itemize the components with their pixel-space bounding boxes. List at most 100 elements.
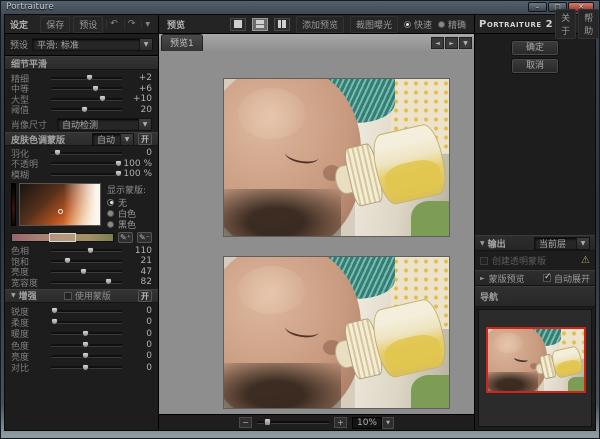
mask-mode-dropdown[interactable]: 自动 ▼ — [92, 133, 134, 146]
zoom-slider-handle[interactable] — [264, 418, 271, 426]
radio-icon[interactable] — [107, 210, 114, 217]
preset-dropdown[interactable]: 平滑: 标准 ▼ — [32, 38, 153, 51]
color-picker-dot[interactable] — [58, 209, 63, 214]
preview-toolbar: 预览 添加预览 裁图曝光 快速 精确 — [159, 15, 474, 34]
enhance-on-toggle[interactable]: 开 — [138, 290, 152, 302]
luminance-strip[interactable] — [11, 183, 16, 226]
save-button[interactable]: 保存 — [40, 16, 70, 33]
slider-track[interactable] — [51, 162, 122, 165]
slider-handle[interactable] — [81, 106, 88, 113]
slider-track[interactable] — [51, 310, 122, 313]
undo-icon[interactable]: ↶ — [106, 19, 121, 29]
mask-on-toggle[interactable]: 开 — [138, 133, 152, 145]
slider-track[interactable] — [51, 281, 122, 284]
output-section-header[interactable]: ▼ 输出 当前层 ▼ — [475, 235, 595, 251]
slider-handle[interactable] — [82, 341, 89, 348]
preview-canvas[interactable] — [159, 51, 474, 414]
slider-handle[interactable] — [54, 149, 61, 156]
slider-handle[interactable] — [82, 330, 89, 337]
radio-icon[interactable] — [404, 21, 411, 28]
slider-track[interactable] — [51, 260, 122, 263]
ok-button[interactable]: 确定 — [512, 41, 558, 55]
output-target-value: 当前层 — [535, 237, 576, 250]
single-view-button[interactable] — [230, 18, 246, 31]
minimize-button[interactable]: – — [528, 2, 547, 12]
portrait-size-dropdown[interactable]: 自动检测 ▼ — [57, 118, 152, 131]
skin-mask-section-header[interactable]: 皮肤色调蒙版 自动 ▼ 开 — [5, 132, 158, 146]
crop-exposure-button[interactable]: 裁图曝光 — [350, 16, 398, 33]
slider-handle[interactable] — [99, 95, 106, 102]
zoom-in-button[interactable]: + — [334, 417, 347, 428]
zoom-out-button[interactable]: − — [239, 417, 252, 428]
slider-value: 100 % — [122, 169, 152, 179]
slider-track[interactable] — [51, 355, 122, 358]
preset-menu-icon[interactable]: ▼ — [141, 21, 153, 28]
slider-track[interactable] — [51, 366, 122, 369]
slider-value: 0 — [122, 351, 152, 361]
slider-track[interactable] — [51, 77, 122, 80]
smoothing-title: 细节平滑 — [11, 57, 47, 70]
preview-image-before[interactable] — [223, 78, 450, 237]
navigator-thumbnail[interactable] — [486, 327, 586, 393]
horizontal-split-button[interactable] — [252, 18, 268, 31]
zoom-dropdown-icon[interactable]: ▼ — [382, 417, 394, 429]
slider-track[interactable] — [51, 321, 122, 324]
hue-range-strip[interactable] — [11, 233, 114, 242]
transparency-mask-row: 创建透明蒙版 ⚠ — [475, 251, 595, 270]
slider-handle[interactable] — [92, 85, 99, 92]
enhance-section-header[interactable]: ▼ 增强 使用蒙版 开 — [5, 289, 158, 303]
slider-track[interactable] — [51, 152, 122, 155]
slider-handle[interactable] — [82, 364, 89, 371]
slider-handle[interactable] — [51, 307, 58, 314]
slider-handle[interactable] — [51, 318, 58, 325]
slider-handle[interactable] — [105, 278, 112, 285]
radio-icon[interactable] — [107, 199, 114, 206]
vertical-split-icon — [278, 20, 282, 28]
slider-handle[interactable] — [86, 74, 93, 81]
vertical-split-button[interactable] — [274, 18, 290, 31]
titlebar[interactable]: Portraiture – ▢ ✕ — [0, 0, 600, 14]
slider-track[interactable] — [51, 270, 122, 273]
hue-selection[interactable] — [49, 233, 75, 242]
show-mask-black[interactable]: 黑色 — [107, 219, 152, 230]
radio-icon[interactable] — [438, 21, 445, 28]
slider-handle[interactable] — [82, 352, 89, 359]
slider-track[interactable] — [51, 344, 122, 347]
baby-photo — [224, 257, 449, 408]
slider-track[interactable] — [51, 108, 122, 111]
radio-icon[interactable] — [107, 221, 114, 228]
tab-scroll-right-icon[interactable]: ► — [445, 37, 458, 49]
smoothing-section-header[interactable]: 细节平滑 — [5, 56, 158, 70]
preview-image-after[interactable] — [223, 256, 450, 409]
add-preview-button[interactable]: 添加预览 — [296, 16, 344, 33]
color-gradient-box[interactable] — [19, 183, 101, 226]
cancel-button[interactable]: 取消 — [512, 59, 558, 73]
zoom-slider-track[interactable] — [257, 421, 329, 424]
slider-track[interactable] — [51, 87, 122, 90]
slider-track[interactable] — [51, 249, 122, 252]
slider-track[interactable] — [51, 98, 122, 101]
tab-list-icon[interactable]: ▼ — [459, 37, 472, 49]
slider-track[interactable] — [51, 332, 122, 335]
output-target-dropdown[interactable]: 当前层 ▼ — [534, 237, 590, 250]
mask-preview-header[interactable]: ► 蒙版预览 自动展开 — [475, 270, 595, 286]
preview-area: 预览 添加预览 裁图曝光 快速 精确 预览1 ◄ ► ▼ — [159, 15, 475, 430]
slider-handle[interactable] — [64, 257, 71, 264]
subtract-eyedropper-icon[interactable]: ✎⁻ — [137, 232, 152, 243]
accurate-radio[interactable]: 精确 — [438, 18, 466, 31]
checkbox-icon[interactable] — [64, 292, 72, 300]
zoom-level-value[interactable]: 10% — [352, 417, 382, 429]
fast-radio[interactable]: 快速 — [404, 18, 432, 31]
tab-preview1[interactable]: 预览1 — [161, 34, 203, 51]
preset-button[interactable]: 预设 — [73, 16, 103, 33]
tab-scroll-left-icon[interactable]: ◄ — [431, 37, 444, 49]
auto-expand-checkbox[interactable]: 自动展开 — [543, 272, 590, 285]
checkbox-icon[interactable] — [543, 274, 551, 282]
slider-track[interactable] — [51, 173, 122, 176]
use-mask-checkbox[interactable]: 使用蒙版 — [64, 289, 111, 302]
slider-handle[interactable] — [80, 268, 87, 275]
slider-handle[interactable] — [87, 247, 94, 254]
add-eyedropper-icon[interactable]: ✎⁺ — [118, 232, 133, 243]
redo-icon[interactable]: ↷ — [124, 19, 139, 29]
transparency-checkbox[interactable] — [480, 257, 488, 265]
